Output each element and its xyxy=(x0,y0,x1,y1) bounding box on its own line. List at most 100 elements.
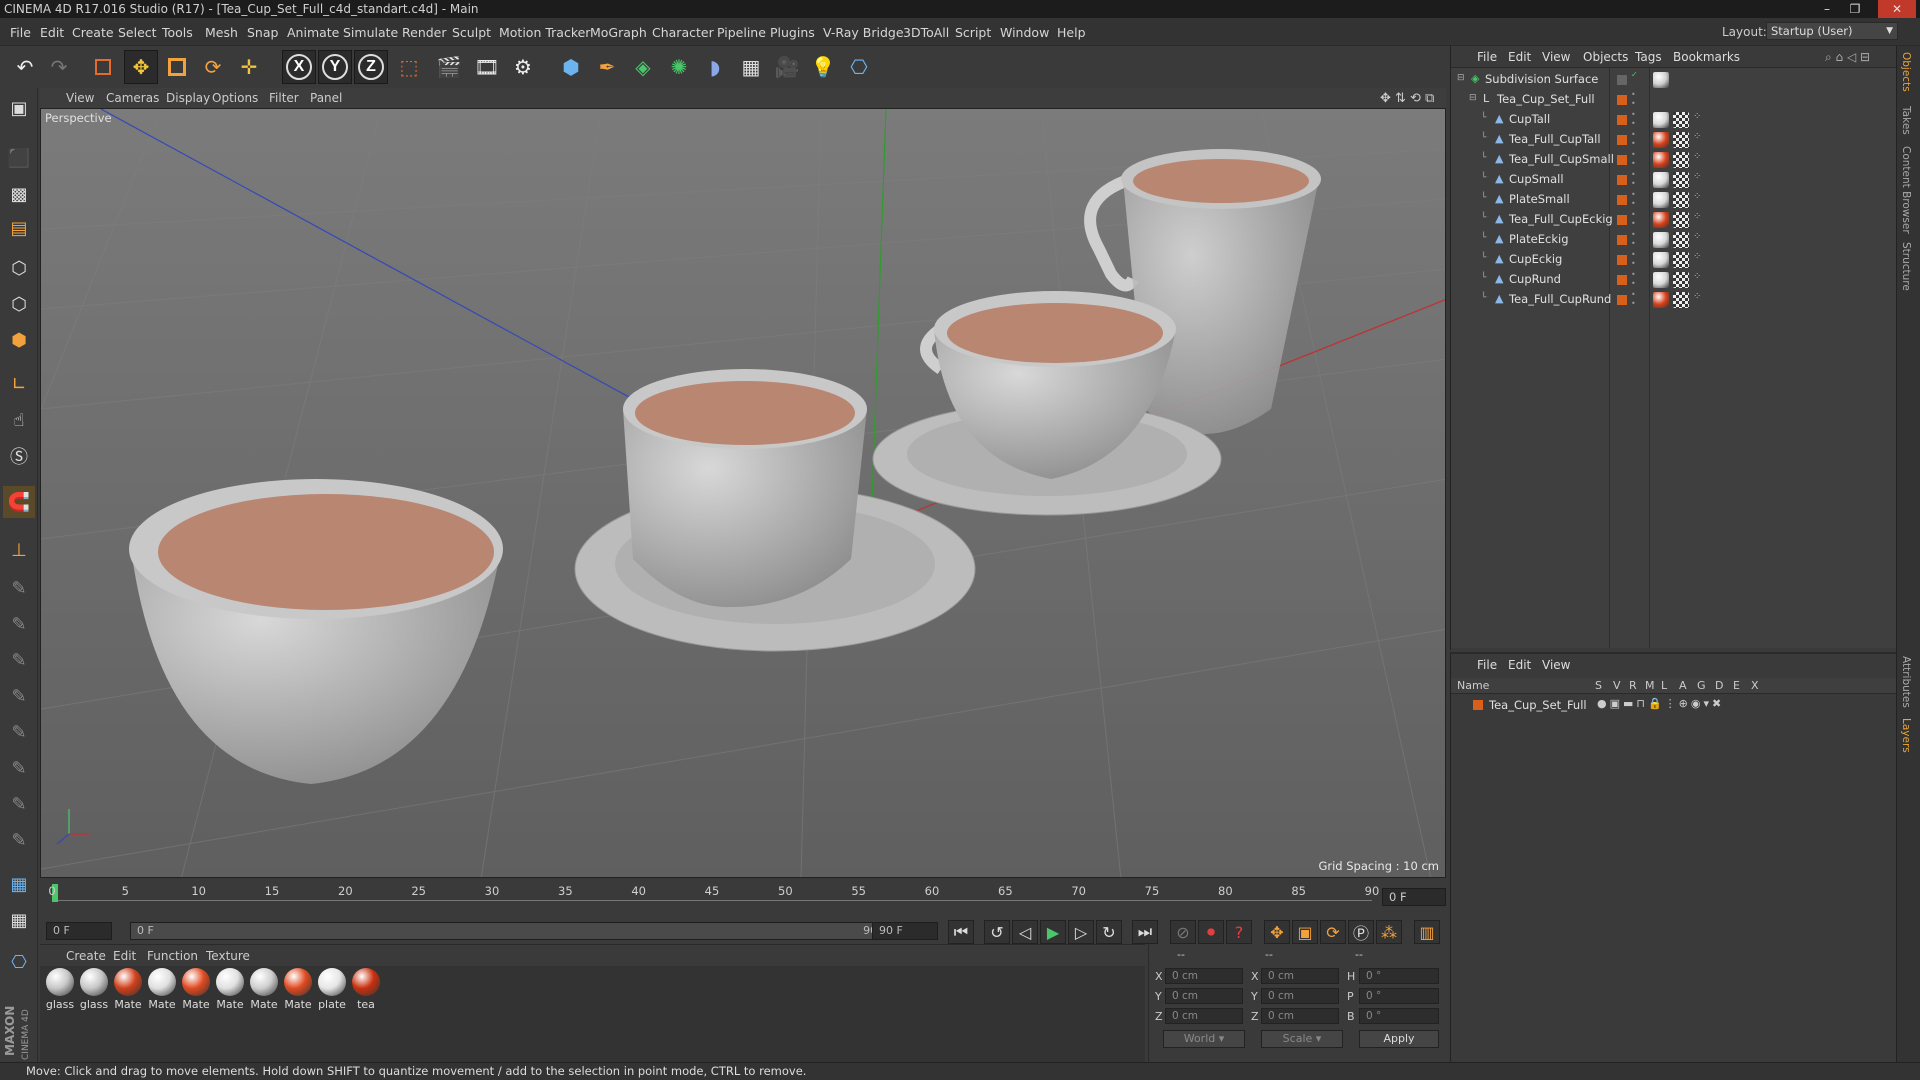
tab-content-browser[interactable]: Content Browser xyxy=(1900,146,1912,234)
layer-swatch[interactable] xyxy=(1617,235,1627,245)
key-scale-button[interactable]: ▣ xyxy=(1292,920,1318,944)
minimize-button[interactable]: – xyxy=(1814,0,1840,18)
sculpt-tool-5-button[interactable]: ✎ xyxy=(3,716,35,748)
apply-button[interactable]: Apply xyxy=(1359,1030,1439,1048)
uvw-tag-icon[interactable]: ⁘ xyxy=(1693,111,1701,122)
visibility-dots-icon[interactable]: • • xyxy=(1631,210,1636,228)
layer-swatch[interactable] xyxy=(1617,195,1627,205)
menu-tools[interactable]: Tools xyxy=(162,25,193,40)
autokeying-button[interactable]: ⏺ xyxy=(1198,920,1224,944)
previous-key-button[interactable]: ↺ xyxy=(984,920,1010,944)
sculpt-tool-7-button[interactable]: ✎ xyxy=(3,788,35,820)
uvw-tag-icon[interactable]: ⁘ xyxy=(1693,171,1701,182)
workplane-mode-button[interactable]: ▤ xyxy=(3,212,35,244)
camera-button[interactable]: 🎥 xyxy=(770,50,804,84)
uvw-tag-icon[interactable]: ⁘ xyxy=(1693,251,1701,262)
phong-tag-icon[interactable] xyxy=(1673,132,1689,148)
undo-button[interactable]: ↶ xyxy=(8,50,42,84)
phong-tag-icon[interactable] xyxy=(1673,272,1689,288)
tab-objects[interactable]: Objects xyxy=(1900,52,1912,92)
object-name[interactable]: CupRund xyxy=(1509,272,1561,286)
menu-help[interactable]: Help xyxy=(1057,25,1086,40)
menu-create[interactable]: Create xyxy=(72,25,114,40)
coord-rot-p-field[interactable]: 0 ° xyxy=(1359,988,1439,1004)
layer-swatch[interactable] xyxy=(1617,135,1627,145)
visibility-dots-icon[interactable]: • • xyxy=(1631,290,1636,308)
menu-window[interactable]: Window xyxy=(1000,25,1049,40)
points-mode-button[interactable]: ⬡ xyxy=(3,252,35,284)
viewport-menu-options[interactable]: Options xyxy=(212,91,258,105)
material-swatch[interactable]: Mate xyxy=(112,966,144,1011)
objects-menu-view[interactable]: View xyxy=(1542,50,1570,64)
render-picture-viewer-button[interactable]: 🎞 xyxy=(470,50,504,84)
menu-file[interactable]: File xyxy=(10,25,31,40)
menu-mesh[interactable]: Mesh xyxy=(205,25,238,40)
object-row[interactable]: └ ▲ Tea_Full_CupTall • • ⁘ xyxy=(1451,130,1897,150)
render-view-button[interactable]: 🎬 xyxy=(432,50,466,84)
keyframe-selection-button[interactable]: ? xyxy=(1226,920,1252,944)
object-name[interactable]: CupTall xyxy=(1509,112,1550,126)
sculpt-tool-2-button[interactable]: ✎ xyxy=(3,608,35,640)
material-menu-edit[interactable]: Edit xyxy=(113,949,136,963)
next-frame-button[interactable]: ▷ xyxy=(1068,920,1094,944)
visibility-dots-icon[interactable]: • • xyxy=(1631,230,1636,248)
layout-dropdown[interactable]: Startup (User) ▼ xyxy=(1766,22,1898,40)
workplane-lock-button[interactable]: ▦ xyxy=(3,904,35,936)
viewport-menu-panel[interactable]: Panel xyxy=(310,91,342,105)
coord-pos-x-field[interactable]: 0 cm xyxy=(1165,968,1243,984)
phong-tag-icon[interactable] xyxy=(1673,192,1689,208)
move-tool-button[interactable]: ✥ xyxy=(124,50,158,84)
objects-menu-bookmarks[interactable]: Bookmarks xyxy=(1673,50,1740,64)
menu-script[interactable]: Script xyxy=(955,25,991,40)
visibility-dots-icon[interactable]: • • xyxy=(1631,130,1636,148)
menu-motion-tracker[interactable]: Motion Tracker xyxy=(499,25,590,40)
object-name[interactable]: Tea_Full_CupSmall xyxy=(1509,152,1614,166)
current-frame-field[interactable]: 0 F xyxy=(1382,888,1446,906)
tab-takes[interactable]: Takes xyxy=(1900,106,1912,135)
menu-vray-bridge[interactable]: V-Ray Bridge xyxy=(823,25,904,40)
floor-button[interactable]: ▦ xyxy=(734,50,768,84)
rotate-tool-button[interactable]: ⟳ xyxy=(196,50,230,84)
transform-tool-button[interactable]: ✛ xyxy=(232,50,266,84)
coord-size-z-field[interactable]: 0 cm xyxy=(1261,1008,1339,1024)
coord-rot-b-field[interactable]: 0 ° xyxy=(1359,1008,1439,1024)
layers-menu-view[interactable]: View xyxy=(1542,658,1570,672)
uvw-tag-icon[interactable]: ⁘ xyxy=(1693,191,1701,202)
menu-mograph[interactable]: MoGraph xyxy=(590,25,647,40)
snap-button[interactable]: Ⓢ xyxy=(3,440,35,472)
visibility-dots-icon[interactable]: • • xyxy=(1631,170,1636,188)
material-tag-icon[interactable] xyxy=(1653,212,1669,228)
sculpt-tool-3-button[interactable]: ✎ xyxy=(3,644,35,676)
object-row[interactable]: └ ▲ CupSmall • • ⁘ xyxy=(1451,170,1897,190)
object-row[interactable]: └ ▲ PlateEckig • • ⁘ xyxy=(1451,230,1897,250)
floor-lock-button[interactable]: ▦ xyxy=(3,868,35,900)
coord-space-dropdown[interactable]: World ▾ xyxy=(1163,1030,1245,1048)
menu-pipeline[interactable]: Pipeline xyxy=(717,25,766,40)
menu-select[interactable]: Select xyxy=(118,25,157,40)
layer-swatch[interactable] xyxy=(1617,275,1627,285)
close-button[interactable]: ✕ xyxy=(1878,0,1916,18)
visibility-dots-icon[interactable]: ✓ xyxy=(1631,70,1638,79)
key-rotation-button[interactable]: ⟳ xyxy=(1320,920,1346,944)
cube-object-button[interactable]: ⬢ xyxy=(554,50,588,84)
material-swatch[interactable]: Mate xyxy=(214,966,246,1011)
axis-mode-button[interactable]: ∟ xyxy=(3,368,35,400)
viewport-menu-cameras[interactable]: Cameras xyxy=(106,91,159,105)
material-tag-icon[interactable] xyxy=(1653,192,1669,208)
visibility-dots-icon[interactable]: • • xyxy=(1631,110,1636,128)
subdivision-surface-button[interactable]: ◈ xyxy=(626,50,660,84)
uvw-tag-icon[interactable]: ⁘ xyxy=(1693,131,1701,142)
axis-tool-button[interactable]: ⊥ xyxy=(3,534,35,566)
deformer-button[interactable]: ◗ xyxy=(698,50,732,84)
objects-menu-file[interactable]: File xyxy=(1477,50,1497,64)
material-tag-icon[interactable] xyxy=(1653,132,1669,148)
cloner-button[interactable]: ✺ xyxy=(662,50,696,84)
material-swatch[interactable]: Mate xyxy=(146,966,178,1011)
render-settings-button[interactable]: ⚙ xyxy=(506,50,540,84)
uvw-tag-icon[interactable]: ⁘ xyxy=(1693,271,1701,282)
z-axis-button[interactable]: Z xyxy=(354,50,388,84)
phong-tag-icon[interactable] xyxy=(1673,232,1689,248)
end-frame-field[interactable]: 90 F xyxy=(872,922,938,940)
model-mode-button[interactable]: ⬛ xyxy=(3,142,35,174)
object-name[interactable]: PlateEckig xyxy=(1509,232,1569,246)
